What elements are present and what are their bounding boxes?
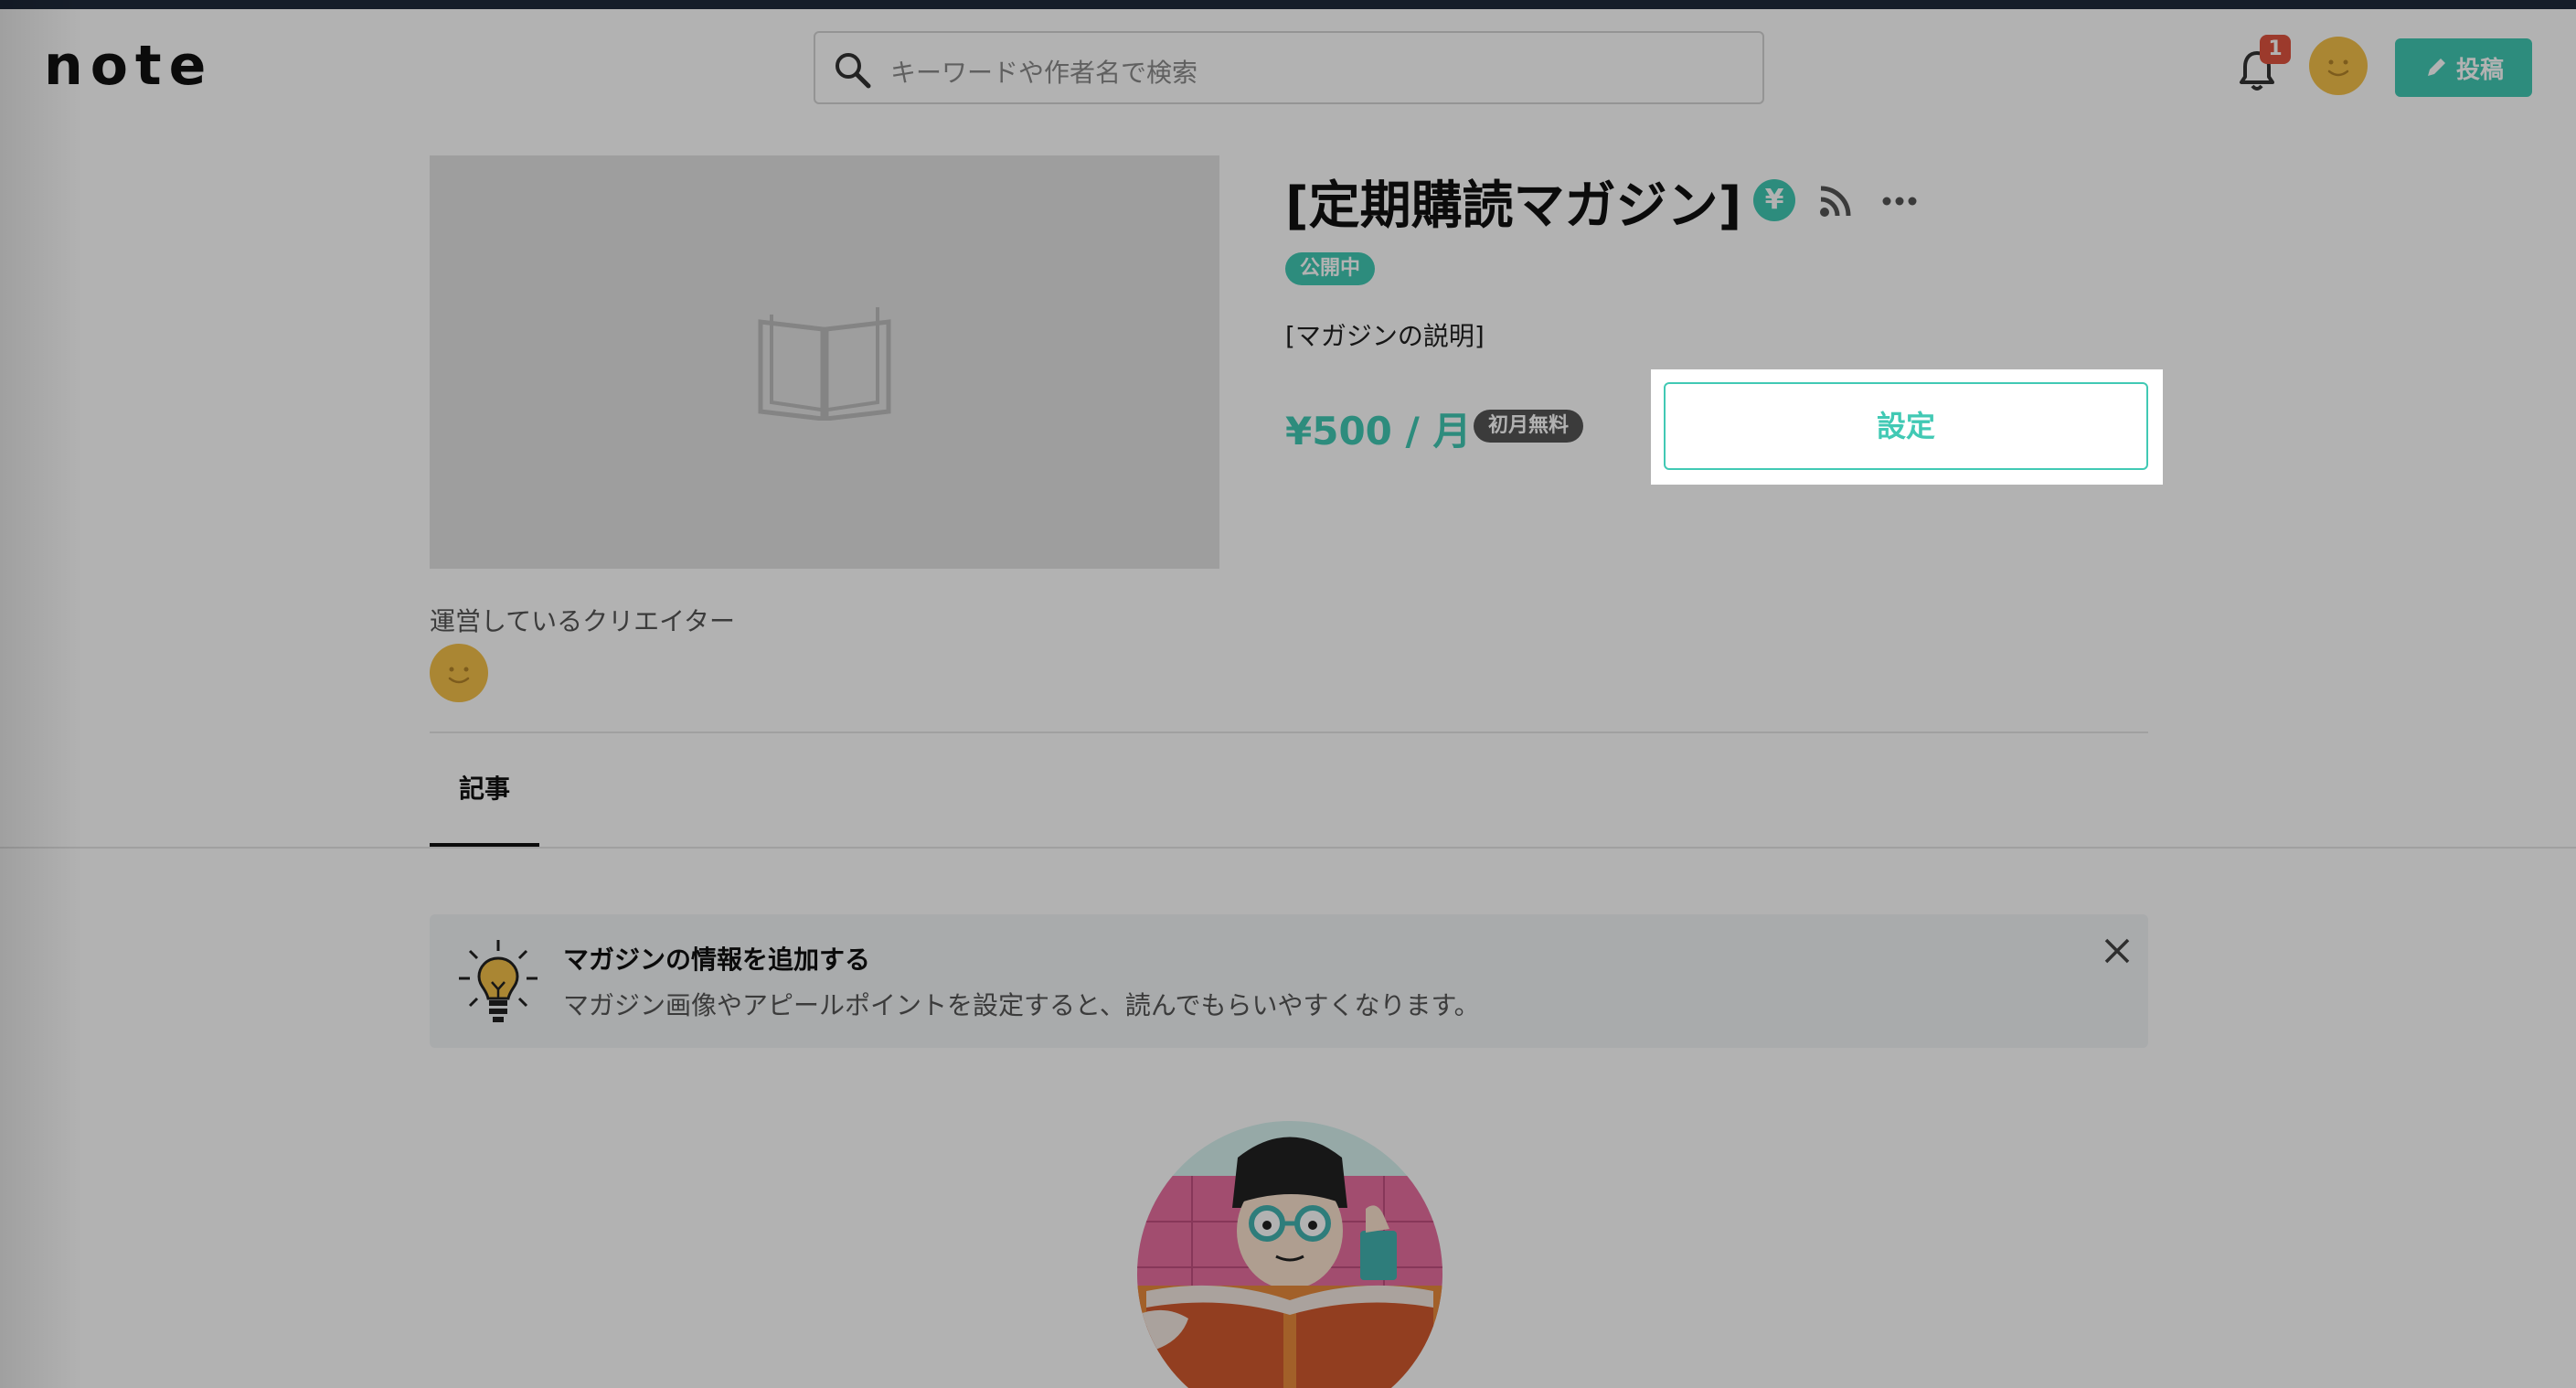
post-button[interactable]: 投稿 (2395, 38, 2532, 97)
search-placeholder: キーワードや作者名で検索 (890, 58, 1198, 88)
magazine-cover-image (430, 155, 1219, 569)
magazine-title: [定期購読マガジン] (1285, 176, 1742, 236)
search-input[interactable]: キーワードや作者名で検索 (814, 31, 1764, 104)
post-button-label: 投稿 (2455, 56, 2504, 84)
info-banner-title: マガジンの情報を追加する (563, 945, 871, 975)
tabs-divider (0, 847, 2576, 849)
book-icon (758, 307, 891, 421)
top-stripe (0, 0, 2576, 9)
status-badge: 公開中 (1285, 252, 1376, 285)
magazine-description: [マガジンの説明] (1285, 321, 1485, 351)
info-banner: マガジンの情報を追加する マガジン画像やアピールポイントを設定すると、読んでもら… (430, 914, 2148, 1048)
settings-button[interactable]: 設定 (1664, 382, 2148, 470)
creator-label: 運営しているクリエイター (430, 606, 736, 636)
close-icon[interactable] (2099, 933, 2135, 969)
divider (430, 731, 2148, 733)
trial-badge: 初月無料 (1474, 410, 1584, 443)
info-banner-text: マガジン画像やアピールポイントを設定すると、読んでもらいやすくなります。 (563, 990, 1480, 1020)
pencil-icon (2427, 59, 2445, 76)
left-edge-shadow (0, 0, 82, 1388)
rss-icon[interactable] (1817, 183, 1854, 219)
magazine-price: ¥500 / 月 (1285, 409, 1472, 454)
paid-yen-icon: ¥ (1753, 179, 1795, 221)
more-options-icon[interactable] (1879, 190, 1920, 212)
search-icon (836, 53, 871, 89)
notification-badge: 1 (2260, 35, 2291, 64)
tab-articles[interactable]: 記事 (430, 768, 539, 847)
page: note キーワードや作者名で検索 1 投稿 [定期購読マガジン] ¥ 公開中 … (0, 0, 2576, 1388)
reader-illustration (1137, 1121, 1442, 1388)
lightbulb-icon (459, 940, 538, 1022)
note-logo[interactable]: note (44, 38, 213, 93)
user-avatar[interactable] (2309, 37, 2368, 95)
creator-avatar[interactable] (430, 644, 488, 702)
